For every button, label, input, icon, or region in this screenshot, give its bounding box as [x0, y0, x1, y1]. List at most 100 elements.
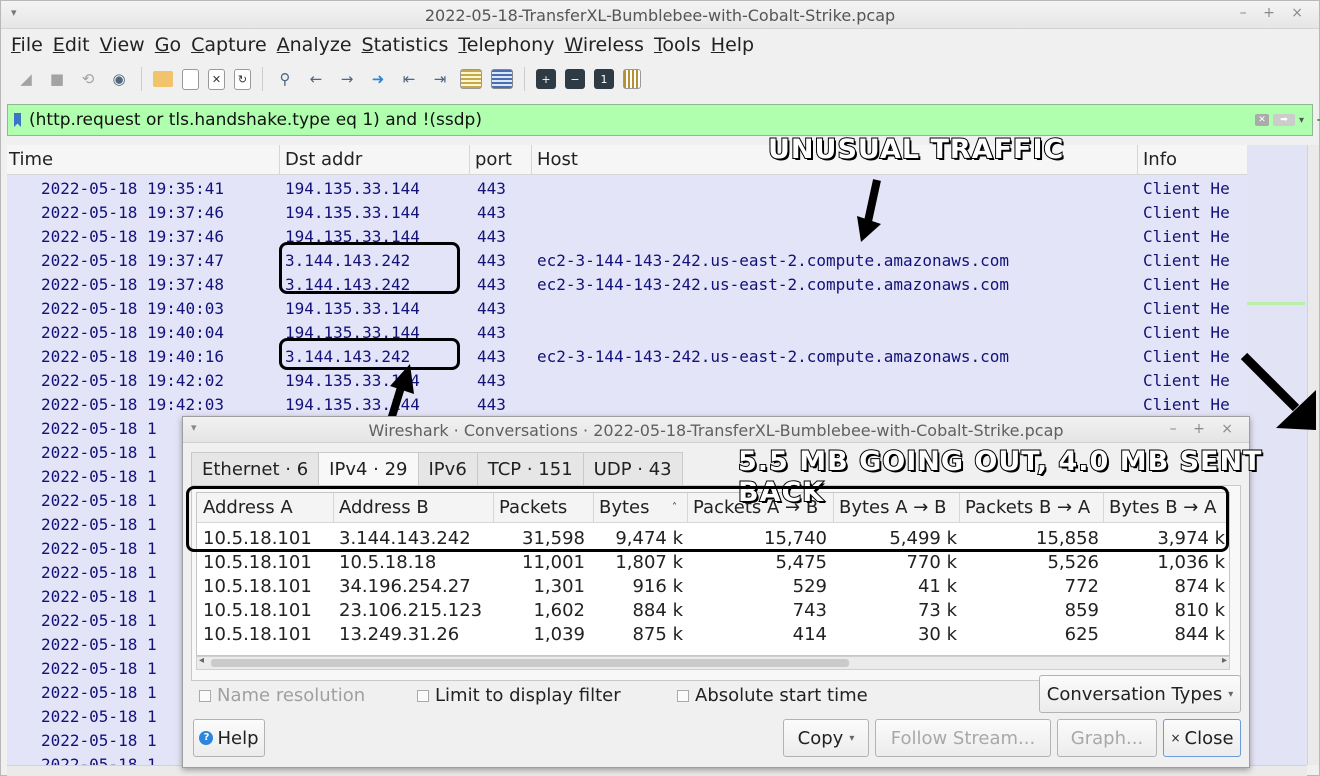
menu-view[interactable]: View — [100, 34, 145, 56]
cell-packets-a-b: 743 — [792, 600, 827, 621]
cell-time: 2022-05-18 19:40:03 — [41, 299, 225, 318]
menu-telephony[interactable]: Telephony — [458, 34, 554, 56]
first-packet-icon[interactable]: ⇤ — [398, 68, 420, 90]
last-packet-icon[interactable]: ⇥ — [429, 68, 451, 90]
tab-ipv4[interactable]: IPv4 · 29 — [318, 452, 419, 486]
display-filter-bar[interactable]: (http.request or tls.handshake.type eq 1… — [7, 104, 1320, 136]
packet-row[interactable]: 2022-05-18 19:42:02 194.135.33.144 443 Clie… — [7, 368, 1247, 392]
apply-filter-icon[interactable]: ➡ — [1272, 114, 1295, 126]
cell-packets-b-a: 772 — [1064, 576, 1099, 597]
absolute-time-checkbox[interactable] — [677, 689, 689, 702]
save-file-icon[interactable] — [182, 68, 199, 90]
cell-address-a: 10.5.18.101 — [203, 576, 312, 597]
cell-time: 2022-05-18 1 — [41, 515, 157, 534]
scroll-thumb[interactable] — [211, 659, 849, 667]
conversation-row[interactable]: 10.5.18.101 23.106.215.123 1,602 884 k 743 73… — [197, 599, 1229, 623]
cell-port: 443 — [477, 251, 506, 270]
menu-edit[interactable]: Edit — [53, 34, 90, 56]
colorize-icon[interactable] — [491, 69, 513, 89]
packet-row[interactable]: 2022-05-18 19:42:03 194.135.33.144 443 Clie… — [7, 392, 1247, 416]
go-to-packet-icon[interactable]: ➜ — [367, 68, 389, 90]
menu-capture[interactable]: Capture — [191, 34, 267, 56]
menu-file[interactable]: File — [11, 34, 43, 56]
zoom-out-icon[interactable]: − — [565, 69, 585, 89]
menu-go[interactable]: Go — [155, 34, 181, 56]
conversations-hscrollbar[interactable]: ◂ ▸ — [196, 655, 1230, 670]
conversation-row[interactable]: 10.5.18.101 13.249.31.26 1,039 875 k 414 30 k… — [197, 623, 1229, 647]
cell-dst: 194.135.33.144 — [285, 299, 420, 318]
clear-filter-icon[interactable]: ✕ — [1254, 114, 1269, 126]
tab-ethernet[interactable]: Ethernet · 6 — [191, 452, 320, 486]
reload-file-icon[interactable]: ↻ — [234, 68, 251, 90]
packet-row[interactable]: 2022-05-18 19:37:46 194.135.33.144 443 Clie… — [7, 200, 1247, 224]
column-time[interactable]: Time — [9, 149, 53, 170]
packet-row[interactable]: 2022-05-18 19:37:48 3.144.143.242 443 ec2-3… — [7, 272, 1247, 296]
conversation-row[interactable]: 10.5.18.101 10.5.18.18 11,001 1,807 k 5,475 7… — [197, 551, 1229, 575]
absolute-time-option[interactable]: Absolute start time — [677, 685, 868, 706]
tab-udp[interactable]: UDP · 43 — [582, 452, 683, 486]
conversation-types-button[interactable]: Conversation Types ▾ — [1039, 675, 1241, 713]
dialog-window-controls[interactable]: – + × — [1170, 421, 1239, 437]
cell-port: 443 — [477, 227, 506, 246]
tab-ipv6[interactable]: IPv6 — [417, 452, 478, 486]
conversation-row[interactable]: 10.5.18.101 34.196.254.27 1,301 916 k 529 41 … — [197, 575, 1229, 599]
capture-options-icon[interactable]: ◉ — [108, 68, 130, 90]
packet-row[interactable]: 2022-05-18 19:40:16 3.144.143.242 443 ec2-3… — [7, 344, 1247, 368]
cell-info: Client He — [1143, 371, 1230, 390]
copy-button[interactable]: Copy ▾ — [783, 719, 869, 757]
window-controls[interactable]: – + × — [1240, 5, 1309, 21]
menu-tools[interactable]: Tools — [654, 34, 701, 56]
cell-bytes-b-a: 844 k — [1174, 624, 1225, 645]
stop-capture-icon[interactable]: ■ — [46, 68, 68, 90]
cell-info: Client He — [1143, 347, 1230, 366]
go-forward-icon[interactable]: → — [336, 68, 358, 90]
help-button[interactable]: ? Help — [193, 719, 265, 757]
display-filter-input[interactable]: (http.request or tls.handshake.type eq 1… — [29, 110, 1255, 130]
limit-filter-option[interactable]: Limit to display filter — [417, 685, 621, 706]
close-button[interactable]: × Close — [1163, 719, 1241, 757]
cell-packets: 1,301 — [533, 576, 585, 597]
cell-port: 443 — [477, 347, 506, 366]
cell-packets-a-b: 414 — [792, 624, 827, 645]
title-bar: ▾ 2022-05-18-TransferXL-Bumblebee-with-C… — [1, 1, 1319, 29]
find-packet-icon[interactable]: ⚲ — [274, 68, 296, 90]
scroll-left-icon[interactable]: ◂ — [199, 655, 204, 666]
cell-bytes-a-b: 30 k — [917, 624, 957, 645]
column-port[interactable]: port — [475, 149, 512, 170]
cell-time: 2022-05-18 1 — [41, 443, 157, 462]
packet-row[interactable]: 2022-05-18 19:37:47 3.144.143.242 443 ec2-3… — [7, 248, 1247, 272]
autoscroll-icon[interactable] — [460, 69, 482, 89]
add-filter-button-icon[interactable]: + — [1316, 110, 1320, 129]
scroll-right-icon[interactable]: ▸ — [1222, 655, 1227, 666]
filter-bookmark-icon[interactable] — [14, 113, 21, 127]
start-capture-icon[interactable]: ◢ — [15, 68, 37, 90]
restart-capture-icon[interactable]: ⟲ — [77, 68, 99, 90]
packet-row[interactable]: 2022-05-18 19:40:03 194.135.33.144 443 Clie… — [7, 296, 1247, 320]
cell-bytes-b-a: 810 k — [1174, 600, 1225, 621]
copy-label: Copy — [797, 727, 844, 749]
cell-bytes-a-b: 41 k — [917, 576, 957, 597]
menu-wireless[interactable]: Wireless — [564, 34, 644, 56]
resize-columns-icon[interactable] — [623, 69, 641, 89]
column-host[interactable]: Host — [537, 149, 578, 170]
column-dst-addr[interactable]: Dst addr — [285, 149, 362, 170]
close-file-icon[interactable]: ✕ — [208, 68, 225, 90]
packet-row[interactable]: 2022-05-18 19:37:46 194.135.33.144 443 Clie… — [7, 224, 1247, 248]
cell-time: 2022-05-18 19:42:03 — [41, 395, 225, 414]
menu-statistics[interactable]: Statistics — [362, 34, 449, 56]
limit-filter-checkbox[interactable] — [417, 689, 429, 702]
packet-row[interactable]: 2022-05-18 19:35:41 194.135.33.144 443 Clie… — [7, 176, 1247, 200]
filter-history-dropdown[interactable]: ▾ — [1299, 115, 1304, 126]
tab-tcp[interactable]: TCP · 151 — [476, 452, 584, 486]
cell-time: 2022-05-18 1 — [41, 611, 157, 630]
normal-size-icon[interactable]: 1 — [594, 69, 614, 89]
column-info[interactable]: Info — [1143, 149, 1177, 170]
cell-port: 443 — [477, 323, 506, 342]
go-back-icon[interactable]: ← — [305, 68, 327, 90]
cell-bytes: 916 k — [632, 576, 683, 597]
menu-help[interactable]: Help — [711, 34, 754, 56]
zoom-in-icon[interactable]: + — [536, 69, 556, 89]
menu-analyze[interactable]: Analyze — [277, 34, 352, 56]
packet-row[interactable]: 2022-05-18 19:40:04 194.135.33.144 443 Clie… — [7, 320, 1247, 344]
open-file-icon[interactable] — [153, 71, 173, 87]
